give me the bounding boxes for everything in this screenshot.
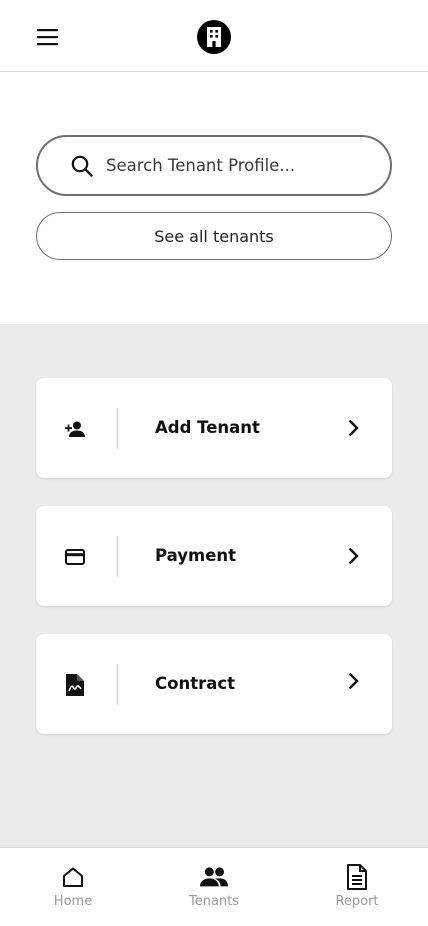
building-icon xyxy=(207,27,221,47)
report-document-icon xyxy=(343,863,371,891)
payment-card[interactable]: Payment xyxy=(36,506,392,606)
bottom-navigation: Home Tenants Report xyxy=(0,847,428,926)
people-icon xyxy=(200,863,228,891)
menu-button[interactable] xyxy=(34,23,62,51)
contract-label: Contract xyxy=(155,674,236,693)
app-logo[interactable] xyxy=(197,20,231,54)
search-input[interactable] xyxy=(106,156,366,175)
credit-card-icon xyxy=(64,546,86,568)
chevron-right-icon xyxy=(348,547,359,565)
chevron-right-icon xyxy=(348,672,359,690)
nav-home[interactable]: Home xyxy=(23,848,123,926)
card-divider xyxy=(117,536,118,577)
nav-report[interactable]: Report xyxy=(307,848,407,926)
search-box[interactable] xyxy=(36,135,392,196)
nav-report-label: Report xyxy=(335,894,379,909)
contract-card[interactable]: Contract xyxy=(36,634,392,734)
add-tenant-card[interactable]: Add Tenant xyxy=(36,378,392,478)
card-divider xyxy=(117,408,118,449)
actions-section: Add Tenant Payment Contract xyxy=(0,324,428,847)
add-tenant-label: Add Tenant xyxy=(155,418,260,437)
nav-tenants[interactable]: Tenants xyxy=(164,848,264,926)
app-screen: See all tenants Add Tenant xyxy=(0,0,428,926)
contract-document-icon xyxy=(64,674,86,696)
see-all-tenants-button[interactable]: See all tenants xyxy=(36,212,392,260)
person-add-icon xyxy=(64,418,86,440)
payment-label: Payment xyxy=(155,546,237,565)
hamburger-menu-icon xyxy=(37,29,58,46)
card-divider xyxy=(117,664,118,705)
top-app-bar xyxy=(0,0,428,72)
nav-home-label: Home xyxy=(53,894,93,909)
chevron-right-icon xyxy=(348,419,359,437)
nav-tenants-label: Tenants xyxy=(188,894,240,909)
home-icon xyxy=(59,863,87,891)
search-section: See all tenants xyxy=(0,72,428,324)
search-icon xyxy=(71,155,93,177)
